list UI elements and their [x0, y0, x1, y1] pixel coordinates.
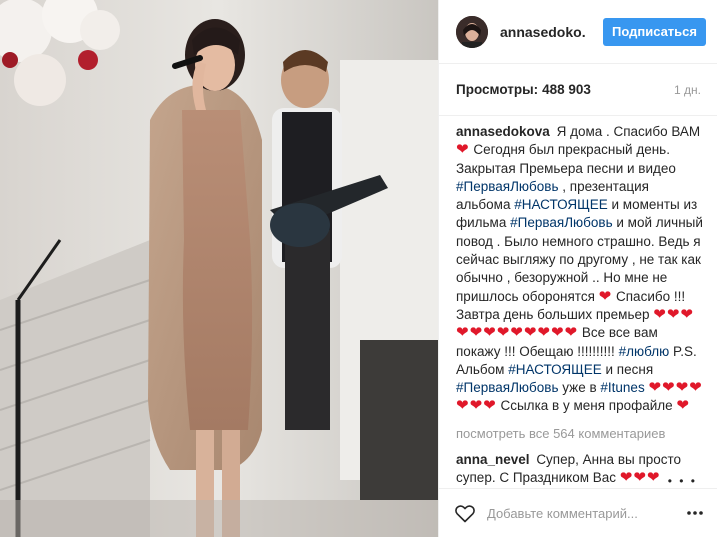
- comment-bar: [439, 488, 717, 537]
- hashtag-link[interactable]: #ПерваяЛюбовь: [456, 179, 559, 194]
- follow-button[interactable]: Подписаться: [602, 17, 706, 46]
- post-details-panel: annasedoko... Подписаться Просмотры: 488 …: [438, 0, 717, 537]
- post-caption: annasedokova Я дома . Спасибо ВАМ ❤ Сего…: [456, 123, 704, 416]
- heart-emoji-icon: ❤: [598, 287, 613, 305]
- hashtag-link[interactable]: #ПерваяЛюбовь: [456, 380, 559, 395]
- hashtag-link[interactable]: #НАСТОЯЩЕЕ: [514, 197, 608, 212]
- comment-input[interactable]: [487, 505, 684, 521]
- video-frame-illustration: [0, 0, 438, 537]
- views-number: 488 903: [542, 82, 591, 97]
- comments-section: annasedokova Я дома . Спасибо ВАМ ❤ Сего…: [439, 116, 717, 488]
- heart-outline-icon[interactable]: [453, 501, 477, 525]
- hashtag-link[interactable]: #НАСТОЯЩЕЕ: [508, 362, 602, 377]
- post-video[interactable]: [0, 0, 438, 537]
- views-count: Просмотры: 488 903: [456, 82, 591, 97]
- hashtag-link[interactable]: #люблю: [619, 344, 670, 359]
- load-more-comments-link[interactable]: посмотреть все 564 комментариев: [456, 426, 704, 441]
- more-options-icon[interactable]: • • •: [668, 474, 697, 488]
- hashtag-link[interactable]: #Itunes: [600, 380, 644, 395]
- post-header: annasedoko... Подписаться: [439, 0, 717, 64]
- caption-username[interactable]: annasedokova: [456, 124, 550, 139]
- hashtag-link[interactable]: #ПерваяЛюбовь: [510, 215, 613, 230]
- caption-text: Ссылка в у меня профайле: [500, 398, 673, 414]
- caption-text: уже в: [562, 380, 597, 396]
- heart-emoji-icon: ❤: [456, 141, 470, 159]
- caption-text: Сегодня был прекрасный день. Закрытая Пр…: [456, 142, 676, 176]
- avatar-image: [456, 15, 488, 48]
- post-stats: Просмотры: 488 903 1 дн.: [439, 64, 717, 116]
- caption-text: и песня: [605, 361, 654, 377]
- ellipsis-dots: [687, 511, 703, 515]
- comment-username[interactable]: anna_nevel: [456, 452, 530, 467]
- username-link[interactable]: annasedoko...: [500, 24, 586, 40]
- like-heart-icon: [455, 505, 475, 523]
- post-time[interactable]: 1 дн.: [674, 83, 701, 97]
- ellipsis-icon[interactable]: [684, 502, 706, 524]
- views-label: Просмотры:: [456, 82, 539, 97]
- heart-emoji-icon: ❤❤❤: [619, 469, 661, 487]
- heart-emoji-icon: ❤: [676, 397, 690, 415]
- avatar[interactable]: [456, 15, 488, 48]
- caption-text: Я дома . Спасибо ВАМ: [556, 124, 701, 139]
